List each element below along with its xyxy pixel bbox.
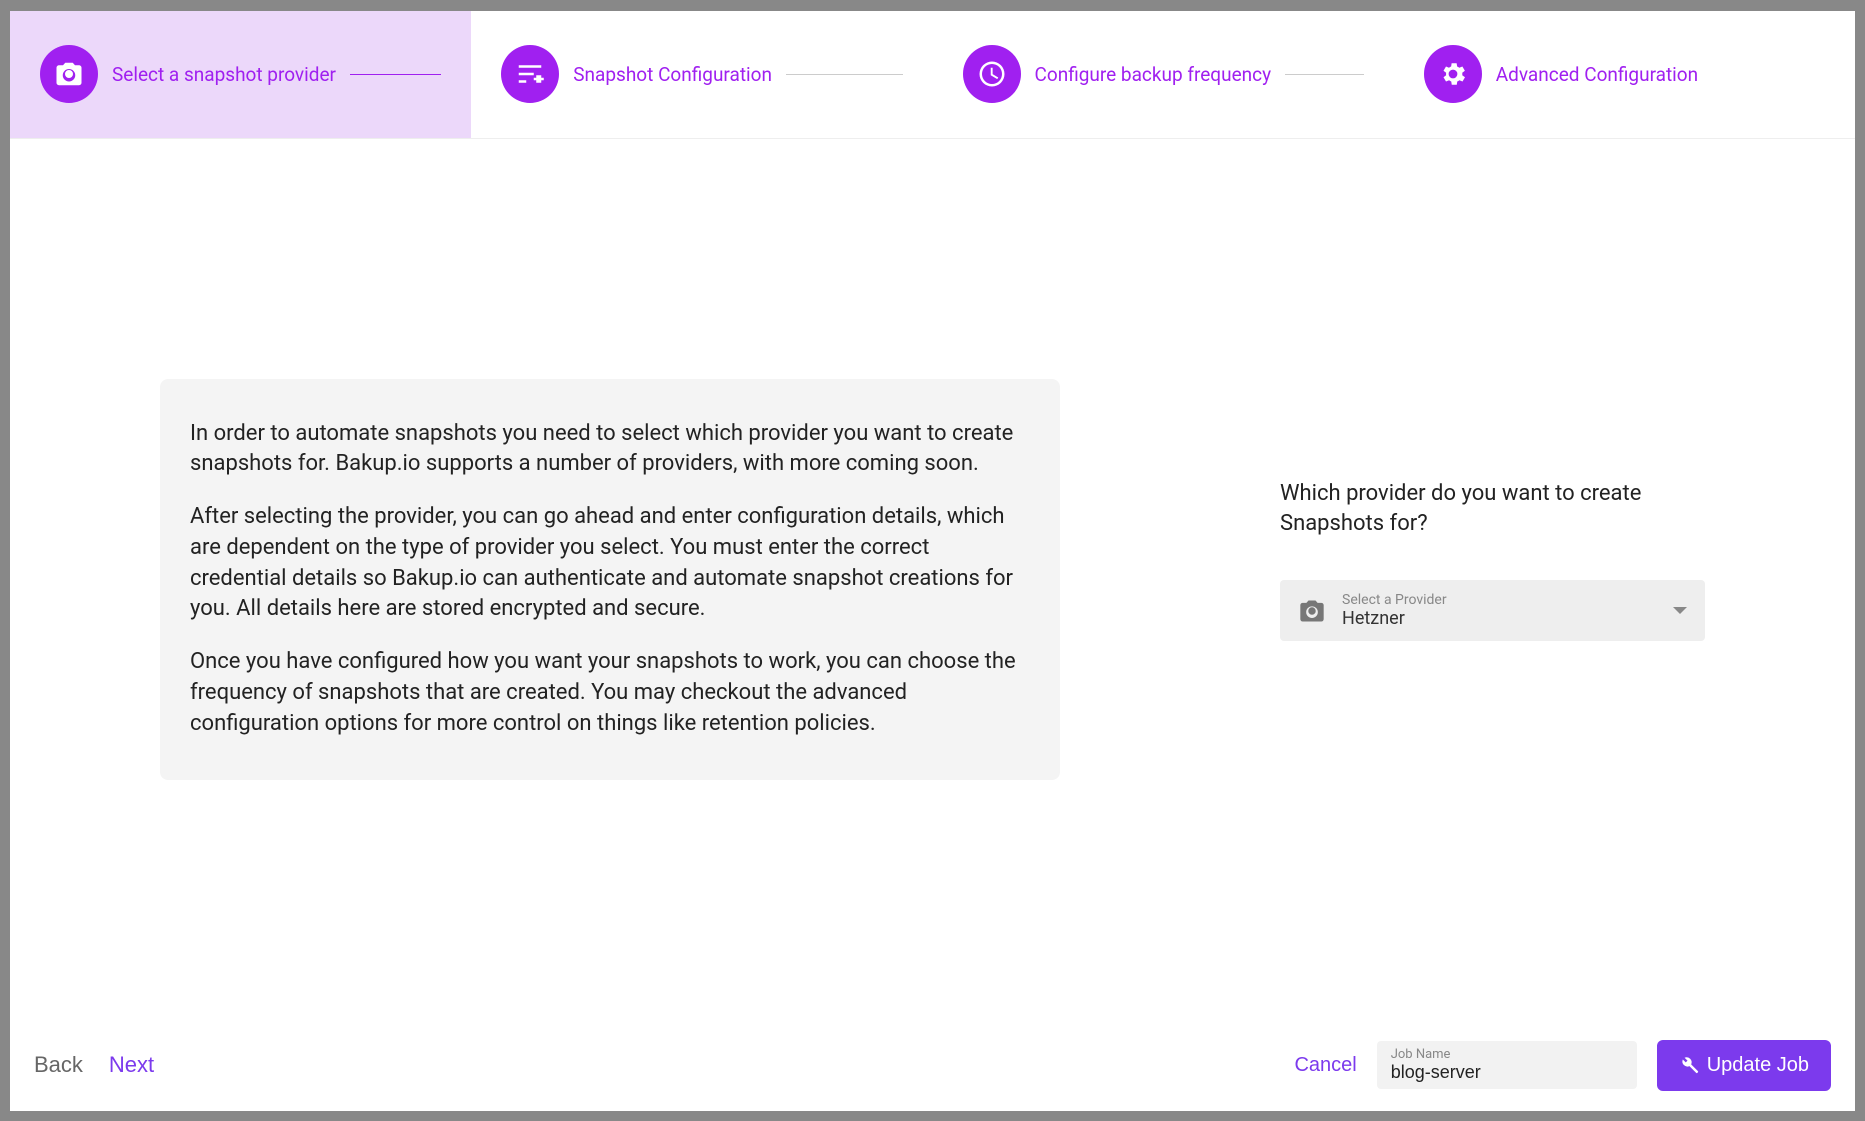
snapshot-wizard-modal: Select a snapshot provider Snapshot Conf… — [10, 11, 1855, 1111]
step-label: Select a snapshot provider — [112, 63, 336, 86]
info-paragraph: After selecting the provider, you can go… — [190, 502, 1030, 625]
provider-dropdown-label: Select a Provider — [1342, 592, 1657, 608]
camera-icon — [1298, 597, 1326, 625]
clock-icon — [963, 45, 1021, 103]
step-advanced-configuration[interactable]: Advanced Configuration — [1394, 11, 1855, 138]
step-select-provider[interactable]: Select a snapshot provider — [10, 11, 471, 138]
step-snapshot-configuration[interactable]: Snapshot Configuration — [471, 11, 932, 138]
chevron-down-icon — [1673, 607, 1687, 614]
job-name-field[interactable]: Job Name — [1377, 1041, 1637, 1089]
wizard-content: In order to automate snapshots you need … — [10, 139, 1855, 1026]
provider-dropdown-value: Hetzner — [1342, 608, 1657, 629]
camera-icon — [40, 45, 98, 103]
wizard-stepper: Select a snapshot provider Snapshot Conf… — [10, 11, 1855, 139]
provider-dropdown[interactable]: Select a Provider Hetzner — [1280, 580, 1705, 641]
provider-question: Which provider do you want to create Sna… — [1280, 479, 1705, 541]
step-label: Configure backup frequency — [1035, 63, 1272, 86]
info-panel: In order to automate snapshots you need … — [160, 379, 1060, 780]
step-label: Advanced Configuration — [1496, 63, 1698, 86]
provider-selection-panel: Which provider do you want to create Sna… — [1280, 379, 1705, 642]
step-connector — [1285, 74, 1364, 75]
provider-dropdown-text: Select a Provider Hetzner — [1342, 592, 1657, 629]
gears-icon — [1424, 45, 1482, 103]
step-connector — [786, 74, 903, 75]
info-paragraph: In order to automate snapshots you need … — [190, 419, 1030, 481]
job-name-input[interactable] — [1391, 1062, 1623, 1083]
step-backup-frequency[interactable]: Configure backup frequency — [933, 11, 1394, 138]
wizard-footer: Back Next Cancel Job Name Update Job — [10, 1026, 1855, 1111]
back-button[interactable]: Back — [34, 1052, 83, 1078]
sliders-icon — [501, 45, 559, 103]
update-job-label: Update Job — [1707, 1054, 1809, 1077]
step-connector — [350, 74, 441, 75]
cancel-button[interactable]: Cancel — [1294, 1054, 1356, 1077]
next-button[interactable]: Next — [109, 1052, 154, 1078]
step-label: Snapshot Configuration — [573, 63, 772, 86]
wrench-icon — [1679, 1055, 1699, 1075]
info-paragraph: Once you have configured how you want yo… — [190, 647, 1030, 739]
job-name-label: Job Name — [1391, 1047, 1623, 1062]
update-job-button[interactable]: Update Job — [1657, 1040, 1831, 1091]
